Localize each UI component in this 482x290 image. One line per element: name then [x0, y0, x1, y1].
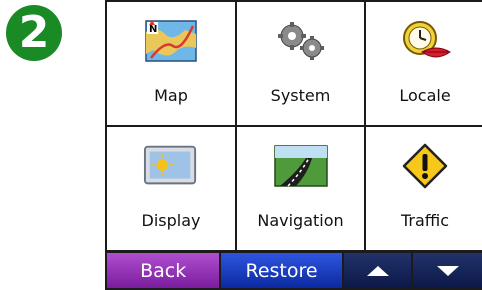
tile-label: Display	[141, 211, 201, 230]
settings-screen: N Map System Locale Display Navigation T…	[105, 0, 482, 290]
svg-text:N: N	[149, 24, 157, 35]
map-settings-tile[interactable]: N Map	[107, 2, 235, 125]
navigation-settings-tile[interactable]: Navigation	[237, 127, 364, 250]
map-icon: N	[143, 18, 199, 64]
back-button-label: Back	[140, 259, 187, 282]
tile-label: Navigation	[257, 211, 344, 230]
arrow-up-icon	[366, 265, 389, 276]
bottom-toolbar: Back Restore	[107, 253, 482, 288]
back-button[interactable]: Back	[107, 253, 220, 288]
display-settings-tile[interactable]: Display	[107, 127, 235, 250]
restore-button[interactable]: Restore	[221, 253, 342, 288]
tile-label: System	[270, 86, 331, 105]
scroll-up-button[interactable]	[343, 253, 412, 288]
gears-icon	[273, 18, 329, 64]
sun-moon-icon	[143, 143, 199, 189]
system-settings-tile[interactable]: System	[237, 2, 364, 125]
traffic-settings-tile[interactable]: Traffic	[366, 127, 482, 250]
scroll-down-button[interactable]	[413, 253, 482, 288]
tile-label: Locale	[399, 86, 451, 105]
arrow-down-icon	[436, 265, 459, 276]
tile-label: Map	[154, 86, 188, 105]
locale-settings-tile[interactable]: Locale	[366, 2, 482, 125]
step-number-badge: 2	[6, 5, 62, 61]
restore-button-label: Restore	[245, 259, 318, 282]
settings-menu-grid: N Map System Locale Display Navigation T…	[107, 2, 482, 252]
warning-icon	[397, 143, 453, 189]
road-icon	[273, 143, 329, 189]
tile-label: Traffic	[400, 211, 450, 230]
clock-lips-icon	[397, 18, 453, 64]
